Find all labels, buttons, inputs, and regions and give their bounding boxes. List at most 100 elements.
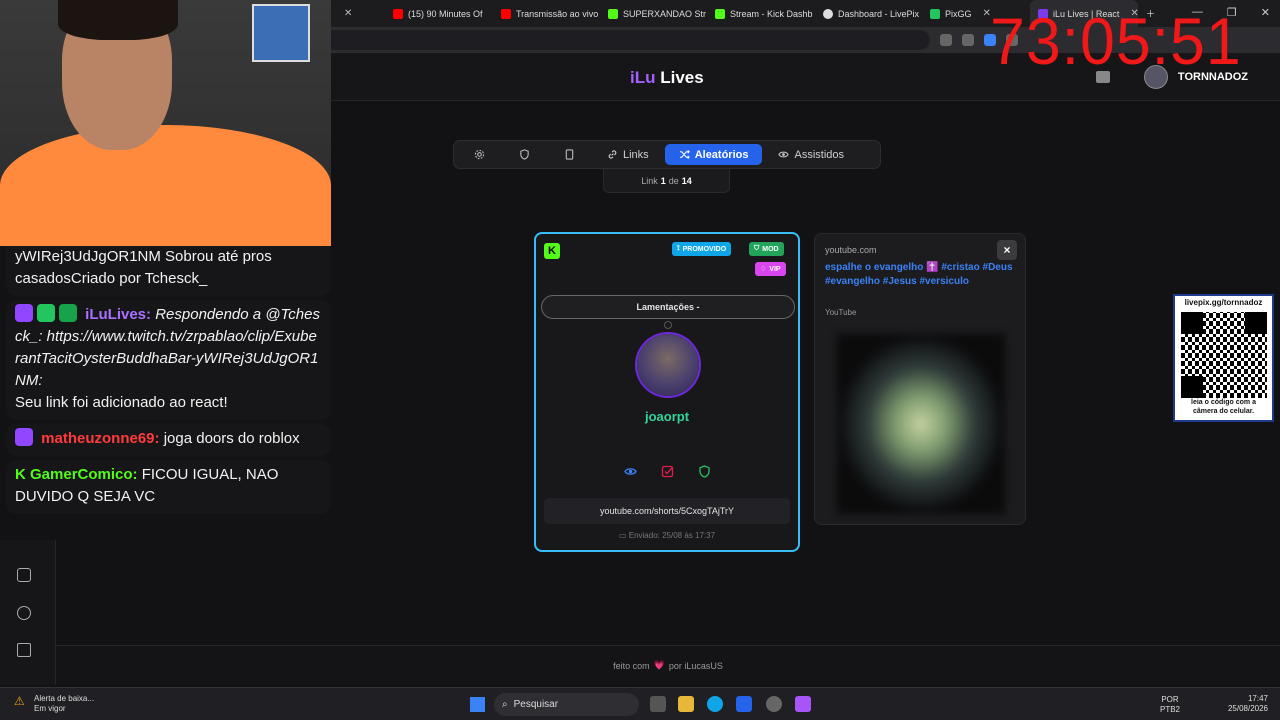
bell-icon[interactable] — [17, 568, 31, 582]
url-input[interactable] — [330, 30, 930, 50]
close-tab-icon[interactable]: ✕ — [344, 8, 352, 19]
counter-prefix: Link — [641, 175, 658, 186]
badge-label: VIP — [769, 265, 781, 273]
tab-label: Transmissão ao vivo — [516, 8, 599, 19]
logout-icon[interactable] — [17, 643, 31, 657]
preview-source: YouTube — [825, 308, 857, 317]
kick-icon — [715, 8, 725, 19]
counter-separator: de — [668, 175, 679, 186]
check-square-icon[interactable] — [661, 465, 674, 478]
tab-links[interactable]: Links — [593, 144, 663, 165]
footer-text: feito com — [613, 660, 650, 671]
extension-icon[interactable] — [962, 34, 974, 46]
language-indicator[interactable]: POR PTB2 — [1160, 695, 1180, 715]
sender-username[interactable]: joaorpt — [536, 409, 798, 424]
store-icon[interactable] — [736, 696, 752, 712]
page-footer: feito com 💗 por iLucasUS — [56, 645, 1280, 685]
preview-domain: youtube.com — [825, 245, 877, 255]
alert-subtitle: Em vigor — [34, 704, 66, 713]
close-preview-button[interactable]: × — [997, 240, 1017, 260]
task-view-icon[interactable] — [650, 696, 666, 712]
tab-random[interactable]: Aleatórios — [664, 144, 763, 165]
poster-image — [252, 4, 310, 62]
kick-icon — [608, 8, 618, 19]
qr-code-widget: livepix.gg/tornnadoz leia o código com a… — [1173, 294, 1274, 422]
app-icon[interactable] — [795, 696, 811, 712]
mod-icon — [37, 304, 55, 322]
globe-icon — [823, 8, 833, 19]
shuffle-icon — [679, 149, 690, 160]
tab-settings[interactable] — [458, 144, 501, 165]
folder-icon[interactable] — [678, 696, 694, 712]
qr-url: livepix.gg/tornnadoz — [1184, 298, 1263, 307]
browser-tab[interactable]: Dashboard - LivePix ✕ — [815, 0, 922, 27]
sidebar — [0, 540, 56, 685]
avatar — [637, 334, 699, 396]
browser-tab[interactable]: ✕ — [330, 0, 385, 27]
counter-current: 1 — [660, 175, 666, 186]
heart-icon: 💗 — [653, 660, 665, 670]
chat-message: matheuzonne69: joga doors do roblox — [6, 424, 331, 456]
chat-text: yWIRej3UdJgOR1NM Sobrou até pros casados… — [15, 248, 272, 287]
sent-timestamp: ▭ Enviado: 25/08 às 17:37 — [536, 531, 798, 540]
star-icon[interactable] — [940, 34, 952, 46]
qr-code — [1181, 312, 1267, 398]
eye-icon[interactable] — [624, 465, 637, 478]
tab-label: Stream - Kick Dashb — [730, 8, 813, 19]
footer-author[interactable]: por iLucasUS — [669, 661, 723, 671]
shield-icon: ⛉ — [754, 245, 760, 252]
tab-label: PixGG — [945, 8, 972, 19]
bot-icon — [59, 304, 77, 322]
tab-label: Aleatórios — [694, 148, 749, 161]
twitch-icon — [15, 428, 33, 446]
warning-icon: ⚠ — [14, 694, 25, 708]
badge-label: PROMOVIDO — [682, 245, 727, 253]
calendar-icon: ▭ — [618, 531, 629, 540]
search-label: Pesquisar — [513, 699, 559, 710]
kick-icon: K — [15, 466, 30, 483]
mod-badge: ⛉ MOD — [749, 242, 784, 256]
chat-username: iLuLives: — [85, 306, 152, 323]
link-card: K ⟟ PROMOVIDO ⛉ MOD ♢ VIP Lamentações - joa… — [534, 232, 800, 552]
qr-caption-line: câmera do celular. — [1192, 408, 1255, 415]
tab-watched[interactable]: Assistidos — [764, 144, 858, 165]
app-logo[interactable]: iLu Lives — [630, 68, 704, 88]
shield-icon — [520, 149, 529, 160]
taskbar-search[interactable]: ⌕ Pesquisar — [494, 693, 639, 716]
counter-total: 14 — [681, 175, 692, 186]
tab-label: Assistidos — [794, 148, 845, 161]
card-actions — [624, 465, 711, 478]
stream-timer: 73:05:51 — [990, 4, 1242, 78]
broadcast-icon: ⟟ — [677, 245, 680, 252]
tab-device[interactable] — [548, 144, 591, 165]
windows-start-icon[interactable] — [470, 697, 485, 712]
promoted-badge: ⟟ PROMOVIDO — [672, 242, 732, 256]
status-dot — [664, 321, 672, 329]
preview-title[interactable]: espalhe o evangelho ✝️ #cristao #Deus #e… — [825, 261, 1015, 289]
link-url[interactable]: youtube.com/shorts/5CxogTAjTrY — [544, 498, 790, 524]
clock-date: 25/08/2026 — [1227, 704, 1268, 713]
edge-icon[interactable] — [707, 696, 723, 712]
tab-label: Dashboard - LivePix — [838, 8, 920, 19]
kick-icon: K — [544, 243, 560, 259]
preview-thumbnail[interactable] — [837, 334, 1005, 514]
system-clock[interactable]: 17:47 25/08/2026 — [1228, 694, 1268, 714]
tab-moderation[interactable] — [503, 144, 546, 165]
gem-icon: ♢ — [760, 266, 767, 273]
pixgg-icon — [930, 8, 940, 19]
screen: ✕ (15) 90 Minutes Of ✕ Transmissão ao vi… — [0, 0, 1280, 720]
nav-tabs: Links Aleatórios Assistidos — [453, 140, 881, 169]
browser-tab[interactable]: Stream - Kick Dashb ✕ — [707, 0, 815, 27]
shield-icon[interactable] — [698, 465, 711, 478]
browser-tab[interactable]: SUPERXANDAO Str ✕ — [600, 0, 707, 27]
category-pill[interactable]: Lamentações - — [541, 295, 795, 319]
weather-alert[interactable]: ⚠ Alerta de baixa... Em vigor — [14, 694, 94, 714]
close-window-icon[interactable]: ✕ — [1261, 6, 1270, 19]
twitch-icon — [15, 304, 33, 322]
browser-tab[interactable]: Transmissão ao vivo ✕ — [493, 0, 600, 27]
help-icon[interactable] — [17, 606, 31, 620]
badge-label: MOD — [762, 245, 779, 253]
browser-tab[interactable]: (15) 90 Minutes Of ✕ — [385, 0, 493, 27]
app-icon[interactable] — [766, 696, 782, 712]
keyboard-layout: PTB2 — [1160, 705, 1181, 714]
